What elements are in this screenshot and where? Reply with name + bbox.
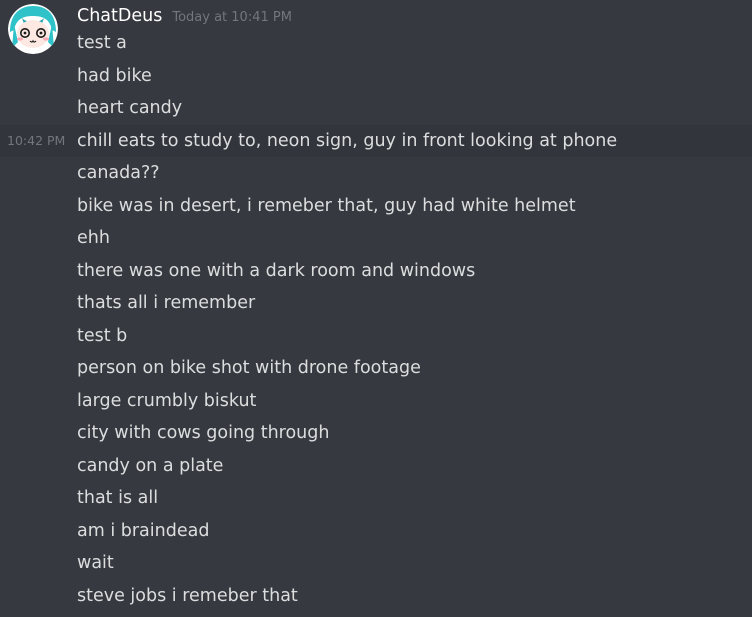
chat-message[interactable]: heart candy	[0, 92, 752, 125]
message-text: person on bike shot with drone footage	[77, 358, 421, 378]
message-text: bike was in desert, i remeber that, guy …	[77, 195, 576, 216]
chat-message[interactable]: bike was in desert, i remeber that, guy …	[0, 190, 752, 223]
message-header: ChatDeus Today at 10:41 PM	[77, 3, 292, 29]
message-text: that is all	[77, 488, 159, 508]
chat-message[interactable]: city with cows going through	[0, 417, 752, 450]
chat-message[interactable]: am i braindead	[0, 515, 752, 548]
chat-message[interactable]: test a	[0, 27, 752, 60]
message-text: candy on a plate	[77, 455, 224, 476]
message-text: there was one with a dark room and windo…	[77, 260, 476, 281]
message-text: canada??	[77, 163, 160, 183]
message-text: steve jobs i remeber that	[77, 585, 298, 606]
chat-message[interactable]: 10:42 PM chill eats to study to, neon sig…	[0, 124, 752, 157]
message-text: large crumbly biskut	[77, 390, 257, 411]
chat-message[interactable]: there was one with a dark room and windo…	[0, 255, 752, 288]
message-text: thats all i remember	[77, 293, 256, 313]
chat-message[interactable]: wait	[0, 547, 752, 580]
chat-message[interactable]: person on bike shot with drone footage	[0, 352, 752, 385]
message-text: chill eats to study to, neon sign, guy i…	[77, 130, 618, 151]
message-text: ehh	[77, 228, 110, 248]
message-text: test a	[77, 33, 127, 53]
chat-message[interactable]: that is all	[0, 482, 752, 515]
message-text: heart candy	[77, 98, 183, 118]
chat-message[interactable]: had bike	[0, 60, 752, 93]
message-text: had bike	[77, 65, 152, 86]
hover-timestamp: 10:42 PM	[7, 132, 66, 148]
message-text: wait	[77, 553, 114, 573]
chat-message[interactable]: thats all i remember	[0, 287, 752, 320]
chat-message[interactable]: candy on a plate	[0, 450, 752, 483]
chat-message[interactable]: large crumbly biskut	[0, 385, 752, 418]
chat-message[interactable]: test b	[0, 320, 752, 353]
chat-message[interactable]: steve jobs i remeber that	[0, 580, 752, 613]
message-text: test b	[77, 325, 128, 346]
message-text: city with cows going through	[77, 423, 330, 443]
message-text: am i braindead	[77, 520, 210, 541]
chat-message[interactable]: ehh	[0, 222, 752, 255]
chat-message[interactable]: canada??	[0, 157, 752, 190]
chat-message-group: ChatDeus Today at 10:41 PM test a had bik…	[0, 0, 752, 617]
username[interactable]: ChatDeus	[77, 3, 162, 29]
message-list: test a had bike heart candy 10:42 PM chill e…	[0, 27, 752, 612]
